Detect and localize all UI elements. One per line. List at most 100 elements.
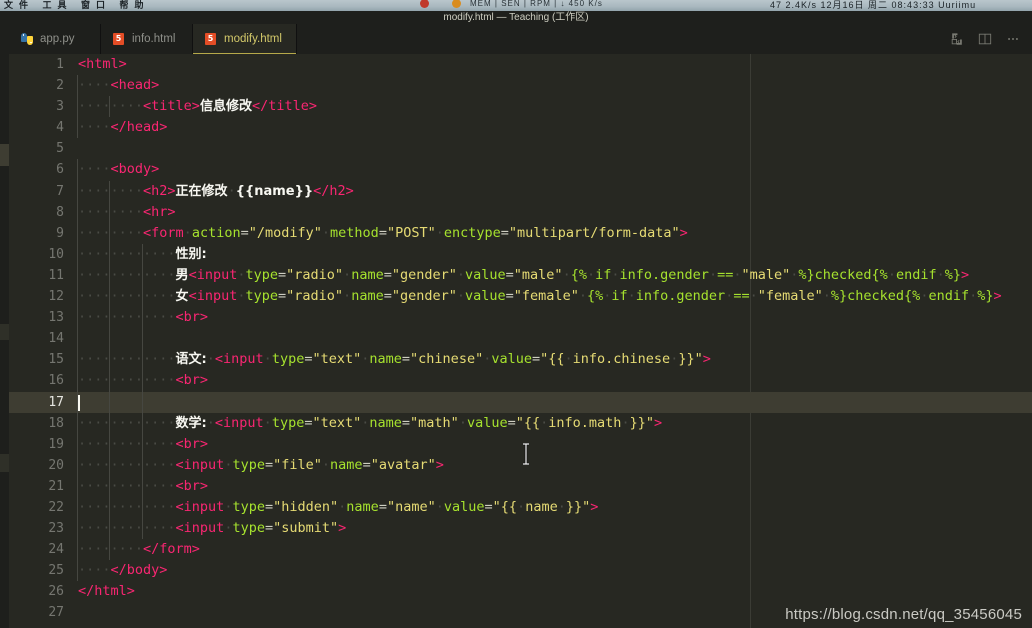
more-actions-icon[interactable] — [1006, 32, 1020, 46]
tab-label: info.html — [132, 33, 176, 45]
line-number: 15 — [48, 352, 64, 368]
code-line[interactable]: 8 ········<hr> — [9, 201, 1032, 223]
line-content: ····<head> — [78, 77, 160, 94]
code-line[interactable]: 1 <html> — [9, 54, 1032, 75]
os-system-stats: MEM | SEN | RPM | ↓ 450 K/s — [470, 0, 603, 8]
tab-label: modify.html — [224, 33, 282, 45]
line-content: ············男<input·type="radio"·name="g… — [78, 266, 970, 283]
line-number: 13 — [48, 310, 64, 326]
code-line[interactable]: 22 ············<input·type="hidden"·name=… — [9, 496, 1032, 519]
line-content: ····<body> — [78, 161, 160, 178]
line-number: 7 — [56, 183, 64, 199]
tab-modify-html[interactable]: 5 modify.html — [193, 24, 297, 54]
tab-label: app.py — [40, 33, 75, 45]
line-content: ············女<input·type="radio"·name="g… — [78, 288, 1002, 305]
line-number: 24 — [48, 542, 64, 558]
line-number: 1 — [56, 57, 64, 72]
code-lines-container[interactable]: 1 <html> 2 ····<head> 3 ········<title>信息修改</… — [9, 54, 1032, 624]
line-number: 3 — [56, 99, 64, 115]
activity-bar-sliver[interactable] — [0, 24, 9, 628]
code-line[interactable]: 21 ············<br> — [9, 475, 1032, 497]
indent-guide — [109, 328, 111, 350]
line-number: 5 — [56, 141, 64, 157]
code-line[interactable]: 26 </html> — [9, 581, 1032, 602]
code-line[interactable]: 15 ············语文:·<input·type="text"·nam… — [9, 349, 1032, 371]
os-status-right: 47 2.4K/s 12月16日 周二 08:43:33 Uuriimu — [770, 0, 977, 10]
indent-guide — [141, 391, 143, 413]
csdn-watermark: https://blog.csdn.net/qq_35456045 — [785, 606, 1022, 623]
code-line[interactable]: 12 ············女<input·type="radio"·name=… — [9, 286, 1032, 308]
window-title: modify.html — Teaching (工作区) — [443, 12, 589, 23]
line-number: 21 — [48, 478, 64, 494]
code-line[interactable]: 6 ····<body> — [9, 159, 1032, 181]
line-number: 8 — [56, 204, 64, 220]
indent-guide — [141, 328, 143, 350]
code-line[interactable]: 2 ····<head> — [9, 75, 1032, 97]
sliver-marker — [0, 324, 9, 340]
line-content: ········<h2>正在修改·{{name}}</h2> — [78, 182, 354, 199]
line-number: 2 — [56, 78, 64, 94]
line-number: 19 — [48, 436, 64, 452]
line-number: 27 — [48, 605, 64, 621]
line-content: ············<input·type="submit"> — [78, 520, 347, 537]
code-line[interactable]: 20 ············<input·type="file"·name="a… — [9, 454, 1032, 476]
line-number: 17 — [48, 394, 64, 410]
code-line[interactable]: 10 ············性别: — [9, 243, 1032, 265]
line-number: 11 — [48, 267, 64, 283]
code-line[interactable]: 23 ············<input·type="submit"> — [9, 518, 1032, 540]
code-line[interactable]: 9 ········<form·action="/modify"·method="… — [9, 222, 1032, 244]
line-content: ············<br> — [78, 477, 209, 494]
line-number: 14 — [48, 331, 64, 347]
code-line[interactable]: 14 — [9, 328, 1032, 350]
code-line[interactable]: 7 ········<h2>正在修改·{{name}}</h2> — [9, 180, 1032, 202]
python-icon — [21, 32, 33, 46]
code-line[interactable]: 19 ············<br> — [9, 433, 1032, 455]
code-line[interactable]: 4 ····</head> — [9, 117, 1032, 139]
line-content: ············<br> — [78, 372, 209, 389]
code-editor[interactable]: 1 <html> 2 ····<head> 3 ········<title>信息修改</… — [9, 54, 1032, 628]
line-content: <html> — [78, 56, 127, 72]
line-content: ············<br> — [78, 435, 209, 452]
sliver-marker — [0, 454, 9, 472]
code-line[interactable]: 13 ············<br> — [9, 307, 1032, 329]
os-menu-bar: 文件 工具 窗口 帮助 MEM | SEN | RPM | ↓ 450 K/s … — [0, 0, 1032, 11]
line-number: 18 — [48, 415, 64, 431]
code-line[interactable]: 25 ····</body> — [9, 560, 1032, 582]
line-number: 16 — [48, 373, 64, 389]
line-content: ········<title>信息修改</title> — [78, 98, 317, 115]
os-menu-items[interactable]: 文件 工具 窗口 帮助 — [4, 0, 150, 11]
line-content: ············<input·type="hidden"·name="n… — [78, 498, 599, 515]
line-content: ············性别: — [78, 245, 207, 262]
indent-guide — [109, 391, 111, 413]
code-line[interactable]: 11 ············男<input·type="radio"·name=… — [9, 264, 1032, 287]
code-line[interactable]: 17 — [9, 391, 1032, 413]
split-editor-icon[interactable] — [950, 32, 964, 46]
code-line[interactable]: 3 ········<title>信息修改</title> — [9, 96, 1032, 118]
line-content: ············<br> — [78, 309, 209, 326]
line-content: ····</body> — [78, 562, 168, 579]
text-cursor — [78, 394, 80, 411]
line-content: ············语文:·<input·type="text"·name=… — [78, 351, 711, 368]
code-line[interactable]: 16 ············<br> — [9, 370, 1032, 392]
line-number: 22 — [48, 499, 64, 515]
os-indicator-orange — [452, 0, 461, 8]
os-indicator-red — [420, 0, 429, 8]
code-line[interactable]: 5 — [9, 138, 1032, 159]
line-number: 20 — [48, 457, 64, 473]
code-line[interactable]: 18 ············数学:·<input·type="text"·nam… — [9, 412, 1032, 434]
code-line[interactable]: 24 ········</form> — [9, 539, 1032, 561]
title-bar: modify.html — Teaching (工作区) — [0, 11, 1032, 24]
indent-guide — [77, 328, 78, 350]
tab-info-html[interactable]: 5 info.html — [101, 24, 193, 54]
line-number: 12 — [48, 289, 64, 305]
sliver-marker — [0, 144, 9, 166]
line-content: ············<input·type="file"·name="ava… — [78, 456, 444, 473]
line-number: 6 — [56, 162, 64, 178]
toggle-panel-layout-icon[interactable] — [978, 32, 992, 46]
line-number: 23 — [48, 521, 64, 537]
line-content: ············数学:·<input·type="text"·name=… — [78, 414, 663, 431]
line-content: </html> — [78, 583, 135, 600]
editor-tab-bar: app.py 5 info.html 5 modify.html — [9, 24, 1032, 54]
tab-app-py[interactable]: app.py — [9, 24, 101, 54]
line-content: ········</form> — [78, 541, 200, 558]
